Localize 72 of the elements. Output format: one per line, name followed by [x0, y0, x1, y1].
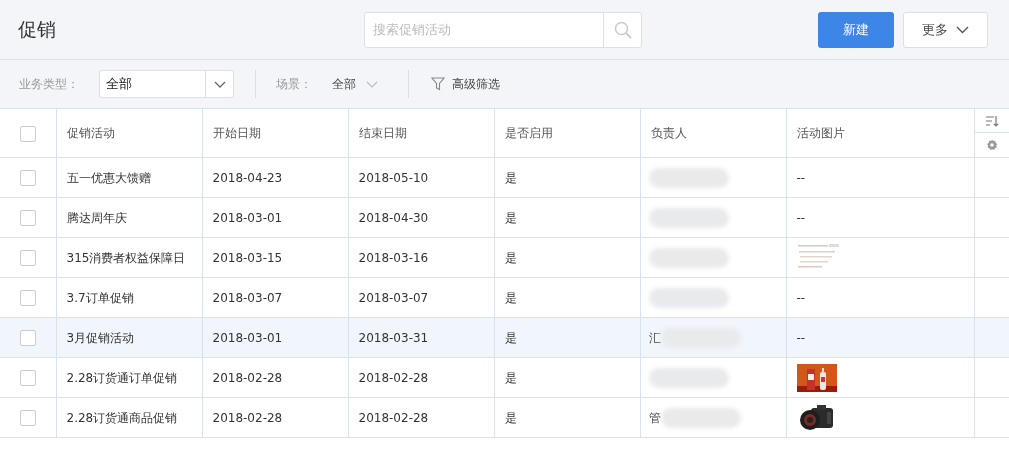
table-cell: 2018-02-28 [202, 397, 348, 438]
table-cell-text: 汇 [648, 329, 661, 347]
column-header: 负责人 [640, 108, 786, 158]
table-cell: 五一优惠大馈赠 [56, 157, 202, 198]
table-row[interactable]: 3月促销活动 2018-03-01 2018-03-31 是 汇 -- [0, 317, 1009, 358]
column-header: 促销活动 [56, 108, 202, 158]
select-all-checkbox[interactable] [19, 125, 36, 142]
table-cell: 是 [494, 157, 640, 198]
row-checkbox[interactable] [19, 250, 36, 266]
table-cell: 2018-04-30 [348, 197, 494, 238]
row-checkbox[interactable] [19, 410, 36, 426]
table-row[interactable]: 3.7订单促销 2018-03-07 2018-03-07 是 -- [0, 277, 1009, 318]
chevron-down-icon [956, 25, 969, 34]
table-cell: 是 [494, 357, 640, 398]
table-cell: 2018-03-15 [202, 237, 348, 278]
table-row[interactable]: 2.28订货通商品促销 2018-02-28 2018-02-28 是 管 [0, 397, 1009, 438]
row-checkbox[interactable] [19, 370, 36, 386]
table-cell: 2018-02-28 [348, 357, 494, 398]
filter-label: 场景： [276, 76, 313, 93]
table-cell: 是 [494, 397, 640, 438]
table-cell: 腾达周年庆 [56, 197, 202, 238]
table-cell: 是 [494, 277, 640, 318]
chevron-down-icon [366, 80, 378, 88]
search-field[interactable]: 搜索促销活动 [364, 11, 642, 48]
table-cell: -- [796, 170, 806, 185]
row-checkbox[interactable] [19, 210, 36, 226]
column-header: 结束日期 [348, 108, 494, 158]
table-cell: 是 [494, 317, 640, 358]
table-cell: -- [796, 290, 806, 305]
column-header: 开始日期 [202, 108, 348, 158]
search-input[interactable]: 搜索促销活动 [365, 12, 603, 47]
column-header: 是否启用 [494, 108, 640, 158]
table-cell: 是 [494, 237, 640, 278]
settings-icon [985, 139, 998, 151]
table-cell: 2018-03-07 [348, 277, 494, 318]
table-cell: 2018-03-16 [348, 237, 494, 278]
table-cell: 315消费者权益保障日 [56, 237, 202, 278]
more-dropdown-button[interactable]: 更多 [903, 11, 988, 48]
table-cell: 2018-03-01 [202, 317, 348, 358]
table-cell: -- [796, 210, 806, 225]
table-cell: 3月促销活动 [56, 317, 202, 358]
table-cell: -- [796, 330, 806, 345]
table-cell: 3.7订单促销 [56, 277, 202, 318]
scene-select[interactable]: 全部 [332, 75, 378, 93]
table-cell-text: 管 [648, 409, 661, 427]
table-cell: 2018-03-01 [202, 197, 348, 238]
table-row[interactable]: 2.28订货通订单促销 2018-02-28 2018-02-28 是 [0, 357, 1009, 398]
new-button[interactable]: 新建 [818, 11, 894, 48]
row-checkbox[interactable] [19, 290, 36, 306]
row-checkbox[interactable] [19, 330, 36, 346]
table-cell: 2018-02-28 [348, 397, 494, 438]
table-cell: 2018-03-31 [348, 317, 494, 358]
chevron-down-icon [213, 80, 226, 88]
table-cell: 2018-04-23 [202, 157, 348, 198]
table-row[interactable]: 五一优惠大馈赠 2018-04-23 2018-05-10 是 -- [0, 157, 1009, 198]
table-row[interactable]: 315消费者权益保障日 2018-03-15 2018-03-16 是 [0, 237, 1009, 278]
advanced-filter-button[interactable]: 高级筛选 [431, 75, 500, 93]
filter-icon [431, 77, 445, 91]
table-row[interactable]: 腾达周年庆 2018-03-01 2018-04-30 是 -- [0, 197, 1009, 238]
business-type-select[interactable]: 全部 [99, 70, 234, 98]
table-cell: 2018-03-07 [202, 277, 348, 318]
table-cell: 2018-05-10 [348, 157, 494, 198]
column-header: 活动图片 [786, 108, 974, 158]
sort-icon [984, 114, 999, 127]
table-cell: 2.28订货通商品促销 [56, 397, 202, 438]
table-cell: 是 [494, 197, 640, 238]
page-title: 促销 [17, 17, 57, 43]
table-cell: 2.28订货通订单促销 [56, 357, 202, 398]
filter-label: 业务类型： [18, 76, 80, 93]
table-cell: 2018-02-28 [202, 357, 348, 398]
row-checkbox[interactable] [19, 170, 36, 186]
search-icon [612, 19, 633, 40]
